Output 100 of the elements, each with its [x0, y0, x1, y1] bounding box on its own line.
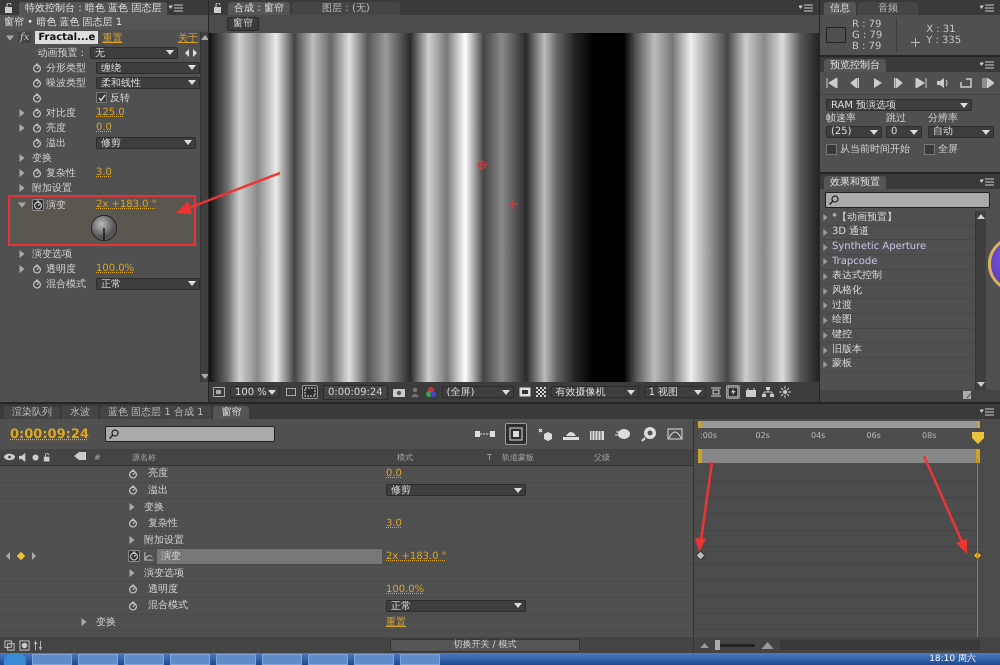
- dropdown[interactable]: 1 视图: [644, 386, 706, 398]
- camera-icon[interactable]: [392, 387, 405, 397]
- mask-visibility-icon[interactable]: [302, 385, 318, 399]
- time-ruler[interactable]: :00s 02s 04s 06s 08s: [694, 429, 1000, 447]
- toggle-switches-button[interactable]: 切换开关 / 模式: [390, 638, 580, 652]
- property-value[interactable]: 0.0: [96, 122, 112, 133]
- timeline-tab[interactable]: 蓝色 固态层 1 合成 1: [100, 406, 212, 419]
- property-label[interactable]: 亮度: [144, 466, 382, 482]
- disclosure-triangle-icon[interactable]: [18, 154, 26, 162]
- property-value[interactable]: 100.0%: [386, 584, 424, 595]
- disclosure-triangle-icon[interactable]: [18, 124, 26, 132]
- panel-menu-icon[interactable]: [169, 4, 184, 12]
- ram-preview-icon[interactable]: [982, 78, 994, 88]
- property-label[interactable]: 溢出: [144, 482, 382, 498]
- effect-category[interactable]: 3D 通道: [820, 226, 973, 240]
- draft-3d-icon[interactable]: [537, 427, 553, 441]
- property-value[interactable]: 3.0: [386, 518, 402, 529]
- safe-zones-icon[interactable]: [285, 387, 297, 397]
- effect-category[interactable]: Synthetic Aperture: [820, 240, 973, 256]
- dropdown[interactable]: 正常: [96, 278, 200, 290]
- panel-menu-icon[interactable]: [980, 178, 994, 186]
- disclosure-triangle-icon[interactable]: [18, 264, 26, 272]
- dropdown[interactable]: 0: [886, 126, 922, 138]
- exposure-icon[interactable]: [778, 386, 791, 398]
- effect-category[interactable]: Trapcode: [820, 255, 973, 270]
- dropdown[interactable]: 正常: [386, 600, 526, 612]
- property-value[interactable]: 100.0%: [96, 263, 134, 274]
- property-label[interactable]: 演变: [157, 548, 382, 564]
- disclosure-triangle-icon[interactable]: [18, 184, 26, 192]
- reset-link[interactable]: 重置: [386, 615, 406, 630]
- dropdown[interactable]: 有效摄像机: [550, 386, 639, 398]
- mini-flowchart-icon[interactable]: [475, 429, 495, 439]
- graph-icon[interactable]: [144, 552, 153, 561]
- stopwatch-icon[interactable]: [128, 600, 138, 611]
- keyframe-navigator-icon[interactable]: [6, 552, 36, 560]
- panel-menu-icon[interactable]: [799, 4, 813, 12]
- transfer-controls-icon[interactable]: [19, 640, 30, 650]
- scrollbar[interactable]: [975, 211, 986, 390]
- current-time[interactable]: 0:00:09:24: [10, 426, 89, 442]
- fast-preview-icon[interactable]: [726, 385, 740, 399]
- stopwatch-icon[interactable]: [32, 62, 42, 72]
- brainstorm-icon[interactable]: [641, 426, 657, 442]
- effect-category[interactable]: 旧版本: [820, 343, 973, 358]
- layout-icon[interactable]: [710, 387, 721, 397]
- lock-icon[interactable]: [4, 3, 14, 13]
- lock-icon[interactable]: [213, 3, 223, 13]
- property-value[interactable]: 2x +183.0 °: [386, 550, 447, 562]
- property-label[interactable]: 透明度: [144, 582, 382, 597]
- disclosure-triangle-icon[interactable]: [18, 108, 26, 116]
- disclosure-triangle-icon[interactable]: [18, 250, 26, 258]
- scroll-up-icon[interactable]: [977, 214, 985, 219]
- speaker-icon[interactable]: [19, 452, 28, 462]
- disclosure-triangle-icon[interactable]: [128, 568, 136, 577]
- audio-icon[interactable]: [937, 78, 950, 88]
- in-out-icon[interactable]: [34, 640, 42, 650]
- zoom-in-icon[interactable]: [761, 642, 774, 648]
- checkbox[interactable]: 从当前时间开始: [826, 142, 910, 156]
- zoom-out-icon[interactable]: [700, 642, 709, 648]
- reset-link[interactable]: 重置: [102, 30, 122, 44]
- stopwatch-icon[interactable]: [32, 108, 42, 118]
- panel-tab[interactable]: 效果和预置: [824, 176, 886, 189]
- effect-category[interactable]: 键控: [820, 328, 973, 344]
- scroll-up-icon[interactable]: [201, 35, 208, 40]
- dropdown[interactable]: 缠绕: [96, 62, 200, 74]
- panel-tab[interactable]: 预览控制台: [824, 59, 886, 72]
- timeline-tab[interactable]: 渲染队列: [4, 406, 60, 419]
- stopwatch-icon[interactable]: [32, 78, 42, 88]
- effect-category[interactable]: 表达式控制: [820, 270, 973, 284]
- effect-category[interactable]: 过渡: [820, 299, 973, 314]
- scroll-down-icon[interactable]: [977, 382, 985, 387]
- disclosure-triangle-icon[interactable]: [128, 502, 136, 511]
- search-field[interactable]: [104, 426, 275, 442]
- dropdown[interactable]: RAM 预演选项: [826, 99, 972, 111]
- dropdown[interactable]: 柔和线性: [96, 76, 200, 88]
- start-button[interactable]: [4, 653, 26, 665]
- time-navigator[interactable]: [698, 420, 980, 428]
- disclosure-triangle-icon[interactable]: [128, 536, 136, 544]
- previous-frame-icon[interactable]: [848, 78, 860, 88]
- disclosure-triangle-icon[interactable]: [18, 200, 26, 208]
- eye-icon[interactable]: [4, 453, 15, 461]
- frame-blending-icon[interactable]: [589, 428, 605, 440]
- panel-menu-icon[interactable]: [980, 4, 994, 12]
- timeline-tab[interactable]: 窗帘: [213, 406, 250, 419]
- timeline-tab[interactable]: 水波: [62, 406, 98, 419]
- disclosure-triangle-icon[interactable]: [6, 34, 14, 42]
- property-label[interactable]: 混合模式: [144, 598, 382, 614]
- effect-category[interactable]: 风格化: [820, 284, 973, 300]
- stopwatch-icon[interactable]: [128, 468, 138, 479]
- keyframe-icon[interactable]: [696, 550, 705, 560]
- panel-tab[interactable]: 信息: [824, 2, 856, 15]
- new-folder-icon[interactable]: [963, 390, 972, 399]
- region-icon[interactable]: [213, 387, 225, 397]
- panel-tab[interactable]: 音频: [858, 2, 918, 15]
- viewer-tab[interactable]: 图层：(无): [292, 2, 400, 15]
- panel-menu-icon[interactable]: [980, 408, 994, 416]
- timecode-field[interactable]: 0:00:09:24: [323, 384, 388, 400]
- solo-icon[interactable]: [32, 454, 39, 460]
- dropdown[interactable]: 无: [90, 46, 178, 58]
- motion-blur-icon[interactable]: [615, 428, 631, 440]
- lock-icon[interactable]: [43, 452, 51, 462]
